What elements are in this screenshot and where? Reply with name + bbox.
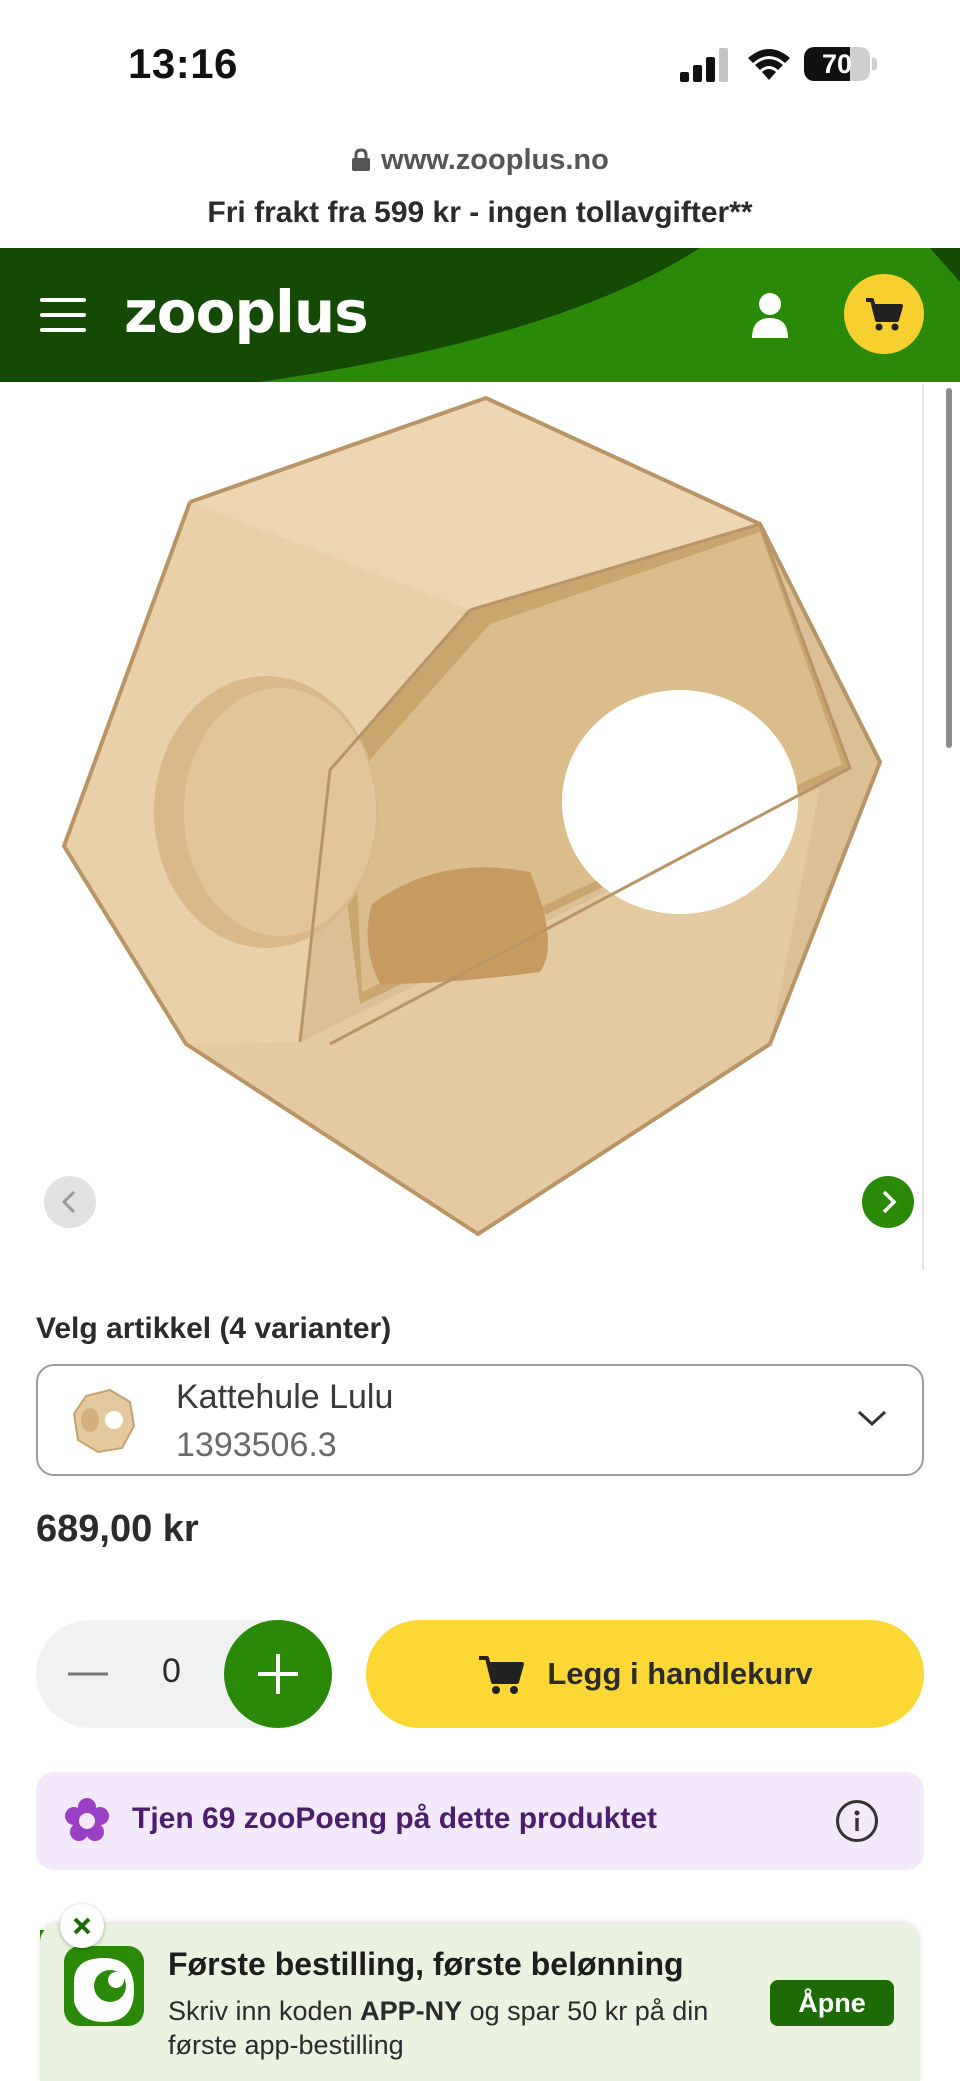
variant-thumbnail <box>72 1388 136 1454</box>
zoopoeng-flower-icon <box>65 1798 109 1841</box>
close-banner-button[interactable] <box>60 1904 104 1948</box>
app-promo-banner: Første bestilling, første belønning Skri… <box>40 1924 920 2081</box>
lock-icon <box>352 148 371 171</box>
product-image <box>61 395 883 1237</box>
status-time: 13:16 <box>128 40 238 87</box>
quantity-stepper: 0 <box>36 1620 332 1728</box>
add-to-cart-button[interactable]: Legg i handlekurv <box>366 1620 924 1728</box>
url-text: www.zooplus.no <box>381 143 609 176</box>
decrease-quantity-button[interactable] <box>64 1650 112 1698</box>
banner-body: Skriv inn koden APP-NY og spar 50 kr på … <box>168 1996 709 2060</box>
wifi-icon <box>748 49 790 80</box>
battery-icon: 70 <box>804 47 877 81</box>
product-price: 689,00 kr <box>36 1508 199 1550</box>
gallery-next-button[interactable] <box>862 1176 914 1228</box>
menu-icon[interactable] <box>40 296 86 334</box>
chevron-right-icon <box>882 1190 897 1214</box>
loyalty-points-text: Tjen 69 zooPoeng på dette produktet <box>132 1802 658 1835</box>
banner-title: Første bestilling, første belønning <box>168 1946 684 1982</box>
open-app-button[interactable]: Åpne <box>770 1980 894 2026</box>
gallery-divider <box>922 384 924 1270</box>
chevron-left-icon <box>61 1190 76 1214</box>
add-to-cart-label: Legg i handlekurv <box>547 1656 813 1691</box>
plus-icon <box>258 1654 298 1694</box>
cart-icon <box>479 1656 525 1694</box>
site-header: zooplus <box>0 248 960 382</box>
battery-level: 70 <box>821 49 853 79</box>
signal-icon <box>680 48 728 82</box>
variant-heading: Velg artikkel (4 varianter) <box>36 1312 392 1345</box>
status-bar: 13:16 70 <box>0 0 960 130</box>
zooplus-logo[interactable]: zooplus <box>124 278 369 346</box>
page-scrollbar[interactable] <box>946 388 952 748</box>
info-icon[interactable] <box>836 1800 878 1842</box>
cart-button[interactable] <box>844 274 924 354</box>
variant-sku: 1393506.3 <box>176 1426 337 1464</box>
gallery-prev-button[interactable] <box>44 1176 96 1228</box>
user-icon[interactable] <box>750 292 790 338</box>
quantity-value[interactable]: 0 <box>162 1652 181 1691</box>
zooplus-app-icon <box>64 1946 144 2026</box>
cart-icon <box>866 298 903 331</box>
loyalty-points-box: Tjen 69 zooPoeng på dette produktet <box>36 1772 924 1870</box>
url-bar[interactable]: www.zooplus.no <box>0 140 960 180</box>
promo-code: APP-NY <box>360 1996 463 2026</box>
close-icon <box>73 1917 91 1935</box>
shipping-promo-banner[interactable]: Fri frakt fra 599 kr - ingen tollavgifte… <box>0 196 960 238</box>
increase-quantity-button[interactable] <box>224 1620 332 1728</box>
product-image-gallery[interactable] <box>0 384 924 1270</box>
variant-name: Kattehule Lulu <box>176 1378 394 1416</box>
chevron-down-icon <box>857 1410 887 1427</box>
variant-select[interactable]: Kattehule Lulu 1393506.3 <box>36 1364 924 1476</box>
